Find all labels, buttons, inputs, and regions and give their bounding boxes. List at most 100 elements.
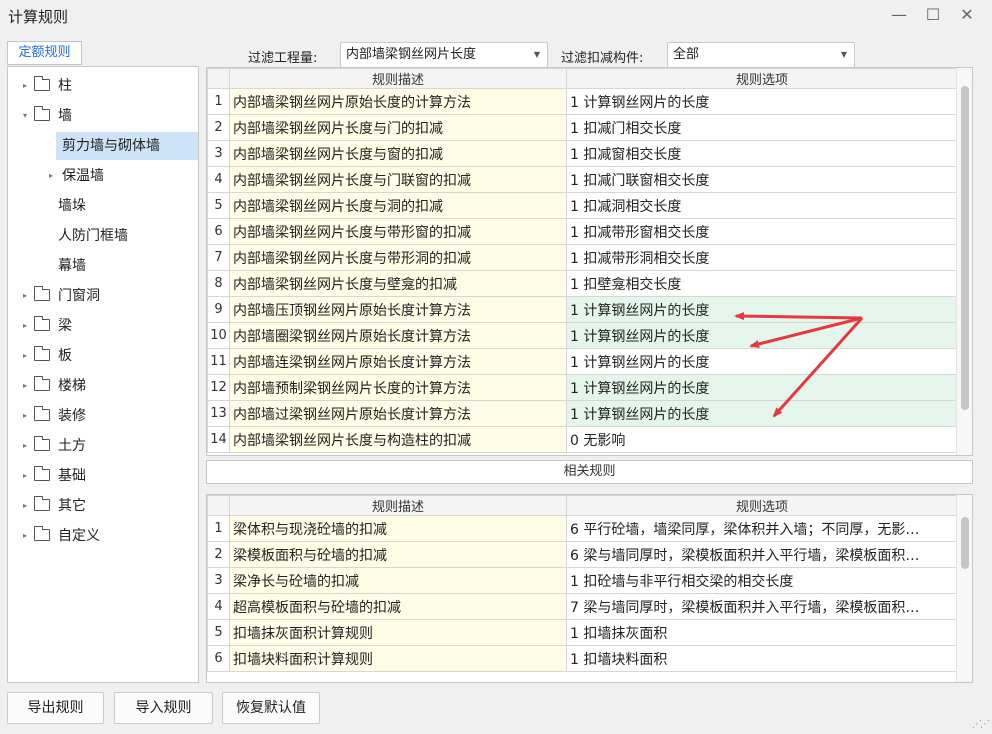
rule-option-cell[interactable]: 1 计算钢丝网片的长度 bbox=[566, 400, 958, 427]
rule-desc-cell[interactable]: 内部墙梁钢丝网片原始长度的计算方法 bbox=[229, 88, 567, 115]
header-rule-desc[interactable]: 规则描述 bbox=[229, 495, 567, 516]
rule-desc-cell[interactable]: 扣墙块料面积计算规则 bbox=[229, 645, 567, 672]
export-rules-button[interactable]: 导出规则 bbox=[7, 692, 104, 724]
rule-desc-cell[interactable]: 内部墙梁钢丝网片长度与窗的扣减 bbox=[229, 140, 567, 167]
rule-option-cell[interactable]: 7 梁与墙同厚时，梁模板面积并入平行墙，梁模板面积… bbox=[566, 593, 958, 620]
header-rule-option[interactable]: 规则选项 bbox=[566, 68, 958, 89]
component-filter-select[interactable]: 全部 ▼ bbox=[667, 42, 855, 68]
tree-item[interactable]: ▸ 门窗洞 bbox=[8, 282, 198, 310]
table-row[interactable]: 14 内部墙梁钢丝网片长度与构造柱的扣减 0 无影响 bbox=[207, 426, 958, 453]
rule-option-cell[interactable]: 1 扣砼墙与非平行相交梁的相交长度 bbox=[566, 567, 958, 594]
rule-option-cell[interactable]: 1 计算钢丝网片的长度 bbox=[566, 296, 958, 323]
rule-option-cell[interactable]: 1 扣墙抹灰面积 bbox=[566, 619, 958, 646]
rule-desc-cell[interactable]: 内部墙连梁钢丝网片原始长度计算方法 bbox=[229, 348, 567, 375]
related-scrollbar[interactable] bbox=[956, 495, 972, 682]
tree-item[interactable]: ▸ 保温墙 bbox=[8, 162, 198, 190]
table-row[interactable]: 5 扣墙抹灰面积计算规则 1 扣墙抹灰面积 bbox=[207, 619, 958, 646]
close-button[interactable]: ✕ bbox=[955, 4, 979, 26]
project-filter-select[interactable]: 内部墙梁钢丝网片长度 ▼ bbox=[340, 42, 548, 68]
rule-desc-cell[interactable]: 内部墙梁钢丝网片长度与带形窗的扣减 bbox=[229, 218, 567, 245]
scrollbar-thumb[interactable] bbox=[961, 86, 969, 410]
table-row[interactable]: 1 内部墙梁钢丝网片原始长度的计算方法 1 计算钢丝网片的长度 bbox=[207, 88, 958, 115]
chevron-right-icon[interactable]: ▸ bbox=[18, 342, 32, 370]
rule-desc-cell[interactable]: 梁净长与砼墙的扣减 bbox=[229, 567, 567, 594]
tree-item[interactable]: 墙垛 bbox=[8, 192, 198, 220]
tree-item[interactable]: ▸ 楼梯 bbox=[8, 372, 198, 400]
rules-scrollbar[interactable] bbox=[956, 68, 972, 455]
rule-desc-cell[interactable]: 内部墙梁钢丝网片长度与壁龛的扣减 bbox=[229, 270, 567, 297]
rule-option-cell[interactable]: 1 扣减门联窗相交长度 bbox=[566, 166, 958, 193]
table-row[interactable]: 9 内部墙压顶钢丝网片原始长度计算方法 1 计算钢丝网片的长度 bbox=[207, 296, 958, 323]
tree-item[interactable]: 剪力墙与砌体墙 bbox=[56, 132, 198, 160]
chevron-right-icon[interactable]: ▸ bbox=[18, 522, 32, 550]
header-rule-option[interactable]: 规则选项 bbox=[566, 495, 958, 516]
tree-item[interactable]: ▸ 柱 bbox=[8, 72, 198, 100]
table-row[interactable]: 4 内部墙梁钢丝网片长度与门联窗的扣减 1 扣减门联窗相交长度 bbox=[207, 166, 958, 193]
table-row[interactable]: 2 内部墙梁钢丝网片长度与门的扣减 1 扣减门相交长度 bbox=[207, 114, 958, 141]
rule-desc-cell[interactable]: 内部墙预制梁钢丝网片长度的计算方法 bbox=[229, 374, 567, 401]
tree-item[interactable]: 幕墙 bbox=[8, 252, 198, 280]
table-row[interactable]: 4 超高模板面积与砼墙的扣减 7 梁与墙同厚时，梁模板面积并入平行墙，梁模板面积… bbox=[207, 593, 958, 620]
table-row[interactable]: 1 梁体积与现浇砼墙的扣减 6 平行砼墙，墙梁同厚，梁体积并入墙；不同厚，无影… bbox=[207, 515, 958, 542]
rule-desc-cell[interactable]: 扣墙抹灰面积计算规则 bbox=[229, 619, 567, 646]
chevron-down-icon[interactable]: ▾ bbox=[18, 102, 32, 130]
tree-item[interactable]: ▸ 土方 bbox=[8, 432, 198, 460]
chevron-right-icon[interactable]: ▸ bbox=[18, 492, 32, 520]
rule-desc-cell[interactable]: 内部墙过梁钢丝网片原始长度计算方法 bbox=[229, 400, 567, 427]
table-row[interactable]: 11 内部墙连梁钢丝网片原始长度计算方法 1 计算钢丝网片的长度 bbox=[207, 348, 958, 375]
tab-quota-rules[interactable]: 定额规则 bbox=[7, 41, 82, 65]
chevron-right-icon[interactable]: ▸ bbox=[18, 372, 32, 400]
maximize-button[interactable]: ☐ bbox=[921, 4, 945, 26]
rule-desc-cell[interactable]: 内部墙梁钢丝网片长度与门的扣减 bbox=[229, 114, 567, 141]
tree-item[interactable]: ▸ 梁 bbox=[8, 312, 198, 340]
tree-item[interactable]: 人防门框墙 bbox=[8, 222, 198, 250]
table-row[interactable]: 6 扣墙块料面积计算规则 1 扣墙块料面积 bbox=[207, 645, 958, 672]
rule-option-cell[interactable]: 1 扣墙块料面积 bbox=[566, 645, 958, 672]
rule-option-cell[interactable]: 1 计算钢丝网片的长度 bbox=[566, 88, 958, 115]
table-row[interactable]: 13 内部墙过梁钢丝网片原始长度计算方法 1 计算钢丝网片的长度 bbox=[207, 400, 958, 427]
rule-option-cell[interactable]: 1 扣壁龛相交长度 bbox=[566, 270, 958, 297]
tree-item[interactable]: ▸ 基础 bbox=[8, 462, 198, 490]
rule-desc-cell[interactable]: 梁体积与现浇砼墙的扣减 bbox=[229, 515, 567, 542]
header-rule-desc[interactable]: 规则描述 bbox=[229, 68, 567, 89]
chevron-right-icon[interactable]: ▸ bbox=[18, 312, 32, 340]
table-row[interactable]: 8 内部墙梁钢丝网片长度与壁龛的扣减 1 扣壁龛相交长度 bbox=[207, 270, 958, 297]
restore-defaults-button[interactable]: 恢复默认值 bbox=[222, 692, 320, 724]
rule-option-cell[interactable]: 6 梁与墙同厚时，梁模板面积并入平行墙，梁模板面积… bbox=[566, 541, 958, 568]
rule-desc-cell[interactable]: 超高模板面积与砼墙的扣减 bbox=[229, 593, 567, 620]
rule-desc-cell[interactable]: 内部墙圈梁钢丝网片原始长度计算方法 bbox=[229, 322, 567, 349]
rule-option-cell[interactable]: 1 计算钢丝网片的长度 bbox=[566, 348, 958, 375]
rule-option-cell[interactable]: 1 扣减门相交长度 bbox=[566, 114, 958, 141]
table-row[interactable]: 10 内部墙圈梁钢丝网片原始长度计算方法 1 计算钢丝网片的长度 bbox=[207, 322, 958, 349]
table-row[interactable]: 3 内部墙梁钢丝网片长度与窗的扣减 1 扣减窗相交长度 bbox=[207, 140, 958, 167]
tree-item[interactable]: ▸ 板 bbox=[8, 342, 198, 370]
table-row[interactable]: 5 内部墙梁钢丝网片长度与洞的扣减 1 扣减洞相交长度 bbox=[207, 192, 958, 219]
tree-item[interactable]: ▸ 装修 bbox=[8, 402, 198, 430]
resize-grip-icon[interactable]: ⋰⋰ bbox=[972, 719, 990, 730]
rule-desc-cell[interactable]: 内部墙梁钢丝网片长度与构造柱的扣减 bbox=[229, 426, 567, 453]
minimize-button[interactable]: — bbox=[887, 4, 911, 26]
tree-item[interactable]: ▸ 自定义 bbox=[8, 522, 198, 550]
table-row[interactable]: 3 梁净长与砼墙的扣减 1 扣砼墙与非平行相交梁的相交长度 bbox=[207, 567, 958, 594]
chevron-right-icon[interactable]: ▸ bbox=[18, 402, 32, 430]
table-row[interactable]: 6 内部墙梁钢丝网片长度与带形窗的扣减 1 扣减带形窗相交长度 bbox=[207, 218, 958, 245]
table-row[interactable]: 7 内部墙梁钢丝网片长度与带形洞的扣减 1 扣减带形洞相交长度 bbox=[207, 244, 958, 271]
rule-option-cell[interactable]: 6 平行砼墙，墙梁同厚，梁体积并入墙；不同厚，无影… bbox=[566, 515, 958, 542]
chevron-right-icon[interactable]: ▸ bbox=[18, 462, 32, 490]
rule-desc-cell[interactable]: 内部墙梁钢丝网片长度与带形洞的扣减 bbox=[229, 244, 567, 271]
chevron-right-icon[interactable]: ▸ bbox=[18, 282, 32, 310]
chevron-right-icon[interactable]: ▸ bbox=[18, 432, 32, 460]
tree-item[interactable]: ▾ 墙 bbox=[8, 102, 198, 130]
rule-option-cell[interactable]: 1 计算钢丝网片的长度 bbox=[566, 322, 958, 349]
chevron-right-icon[interactable]: ▸ bbox=[44, 162, 58, 190]
scrollbar-thumb[interactable] bbox=[961, 517, 969, 569]
rule-desc-cell[interactable]: 内部墙梁钢丝网片长度与门联窗的扣减 bbox=[229, 166, 567, 193]
rule-option-cell[interactable]: 1 计算钢丝网片的长度 bbox=[566, 374, 958, 401]
rule-option-cell[interactable]: 0 无影响 bbox=[566, 426, 958, 453]
rule-option-cell[interactable]: 1 扣减洞相交长度 bbox=[566, 192, 958, 219]
rule-desc-cell[interactable]: 内部墙梁钢丝网片长度与洞的扣减 bbox=[229, 192, 567, 219]
rule-option-cell[interactable]: 1 扣减窗相交长度 bbox=[566, 140, 958, 167]
import-rules-button[interactable]: 导入规则 bbox=[114, 692, 213, 724]
rule-desc-cell[interactable]: 内部墙压顶钢丝网片原始长度计算方法 bbox=[229, 296, 567, 323]
rule-option-cell[interactable]: 1 扣减带形窗相交长度 bbox=[566, 218, 958, 245]
